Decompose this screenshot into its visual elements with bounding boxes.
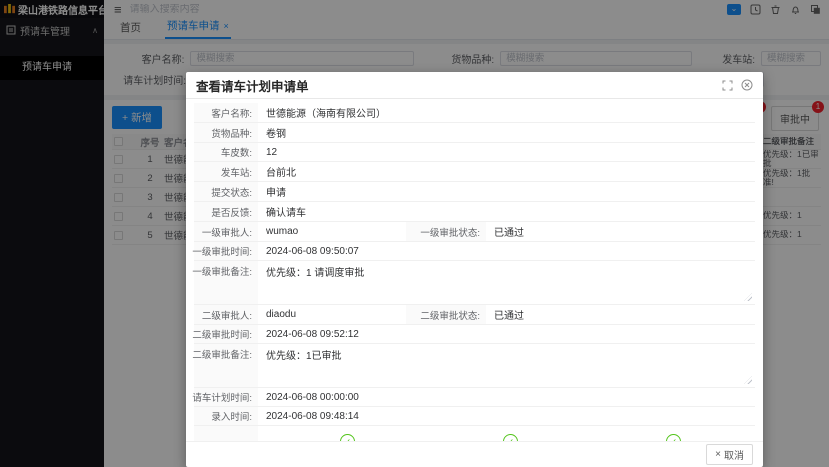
level2-approval-status-value: 已通过 [486, 305, 755, 324]
resize-handle-icon[interactable] [744, 376, 752, 384]
submit-status-value: 申请 [258, 182, 755, 201]
field-label: 二级审批状态: [406, 305, 486, 324]
field-label: 一级审批备注: [194, 261, 258, 304]
field-label: 客户名称: [194, 103, 258, 122]
level1-approval-time-value: 2024-06-08 09:50:07 [258, 242, 755, 260]
goods-type-value: 卷钢 [258, 123, 755, 142]
view-request-modal: 查看请车计划申请单 客户名称:世德能源（海南有限公司） 货物品种:卷钢 车皮数:… [186, 72, 763, 467]
close-icon: × [715, 449, 721, 460]
level2-approval-time-value: 2024-06-08 09:52:12 [258, 325, 755, 343]
feedback-value: 确认请车 [258, 202, 755, 221]
cancel-button[interactable]: × 取消 [706, 444, 753, 465]
field-label: 提交状态: [194, 182, 258, 201]
field-label: 车皮数: [194, 143, 258, 161]
step-level2-review: ✓ 二级审核 已通过 2024-06-08 09:52:12 [429, 434, 592, 441]
wagon-count-value: 12 [258, 143, 755, 161]
field-label: 发车站: [194, 162, 258, 181]
step-customer-feedback: ✓ 客户反馈 已通过 2024-06-08 09:52:50 [592, 434, 755, 441]
modal-title: 查看请车计划申请单 [196, 76, 309, 95]
field-label: 一级审批人: [194, 222, 258, 241]
level2-approval-remark-textarea[interactable]: 优先级：1已审批 [258, 344, 755, 387]
customer-name-value: 世德能源（海南有限公司） [258, 103, 755, 122]
check-circle-icon: ✓ [666, 434, 681, 441]
field-label: 一级审批状态: [406, 222, 486, 241]
plan-time-value: 2024-06-08 00:00:00 [258, 388, 755, 406]
field-label: 货物品种: [194, 123, 258, 142]
progress-stepper: ✓ 一级审核 已通过 2024-06-08 09:50:06 ✓ 二级审核 已通… [258, 426, 755, 441]
field-label: 是否反馈: [194, 202, 258, 221]
departure-station-value: 台前北 [258, 162, 755, 181]
field-label: 一级审批时间: [194, 242, 258, 260]
modal-header: 查看请车计划申请单 [186, 72, 763, 99]
fullscreen-icon[interactable] [722, 80, 733, 91]
check-circle-icon: ✓ [340, 434, 355, 441]
modal-footer: × 取消 [186, 441, 763, 467]
progress-label: 进度条: [194, 426, 258, 441]
resize-handle-icon[interactable] [744, 293, 752, 301]
modal-body: 客户名称:世德能源（海南有限公司） 货物品种:卷钢 车皮数:12 发车站:台前北… [186, 99, 763, 441]
level1-approver-value: wumao [258, 222, 406, 241]
level1-approval-status-value: 已通过 [486, 222, 755, 241]
close-icon[interactable] [741, 79, 753, 91]
level2-approver-value: diaodu [258, 305, 406, 324]
field-label: 请车计划时间: [194, 388, 258, 406]
field-label: 二级审批人: [194, 305, 258, 324]
field-label: 二级审批时间: [194, 325, 258, 343]
level1-approval-remark-textarea[interactable]: 优先级：1 请调度审批 [258, 261, 755, 304]
field-label: 录入时间: [194, 407, 258, 425]
entry-time-value: 2024-06-08 09:48:14 [258, 407, 755, 425]
field-label: 二级审批备注: [194, 344, 258, 387]
step-level1-review: ✓ 一级审核 已通过 2024-06-08 09:50:06 [266, 434, 429, 441]
check-circle-icon: ✓ [503, 434, 518, 441]
